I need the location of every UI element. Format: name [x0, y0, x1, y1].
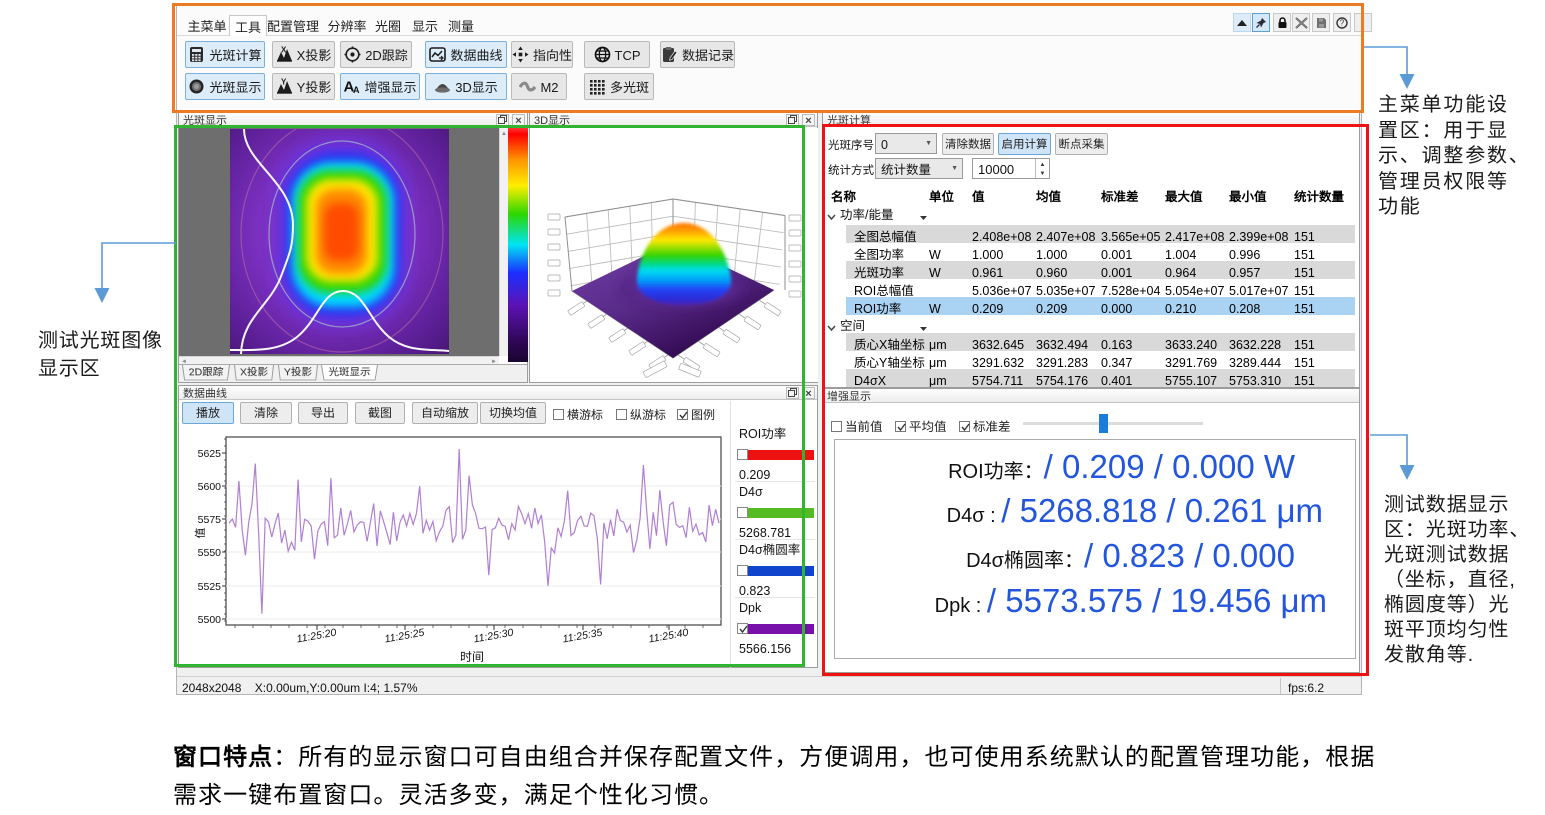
- svg-text:11:25:35: 11:25:35: [561, 625, 603, 647]
- svg-text:时间: 时间: [460, 648, 484, 665]
- svg-text:11:25:30: 11:25:30: [472, 625, 514, 647]
- svg-text:Y: Y: [281, 78, 287, 87]
- svg-text:5575: 5575: [198, 512, 222, 527]
- svg-text:?: ?: [1340, 18, 1345, 27]
- svg-text:X: X: [281, 46, 287, 55]
- svg-text:A: A: [353, 85, 360, 95]
- svg-text:值: 值: [192, 528, 208, 539]
- svg-text:5500: 5500: [198, 612, 222, 627]
- svg-text:5600: 5600: [198, 479, 222, 494]
- svg-text:11:25:20: 11:25:20: [295, 625, 337, 647]
- svg-text:11:25:40: 11:25:40: [647, 625, 689, 647]
- svg-text:5525: 5525: [198, 579, 222, 594]
- svg-text:11:25:25: 11:25:25: [383, 625, 425, 647]
- svg-text:5625: 5625: [198, 446, 222, 461]
- svg-text:5550: 5550: [198, 545, 222, 560]
